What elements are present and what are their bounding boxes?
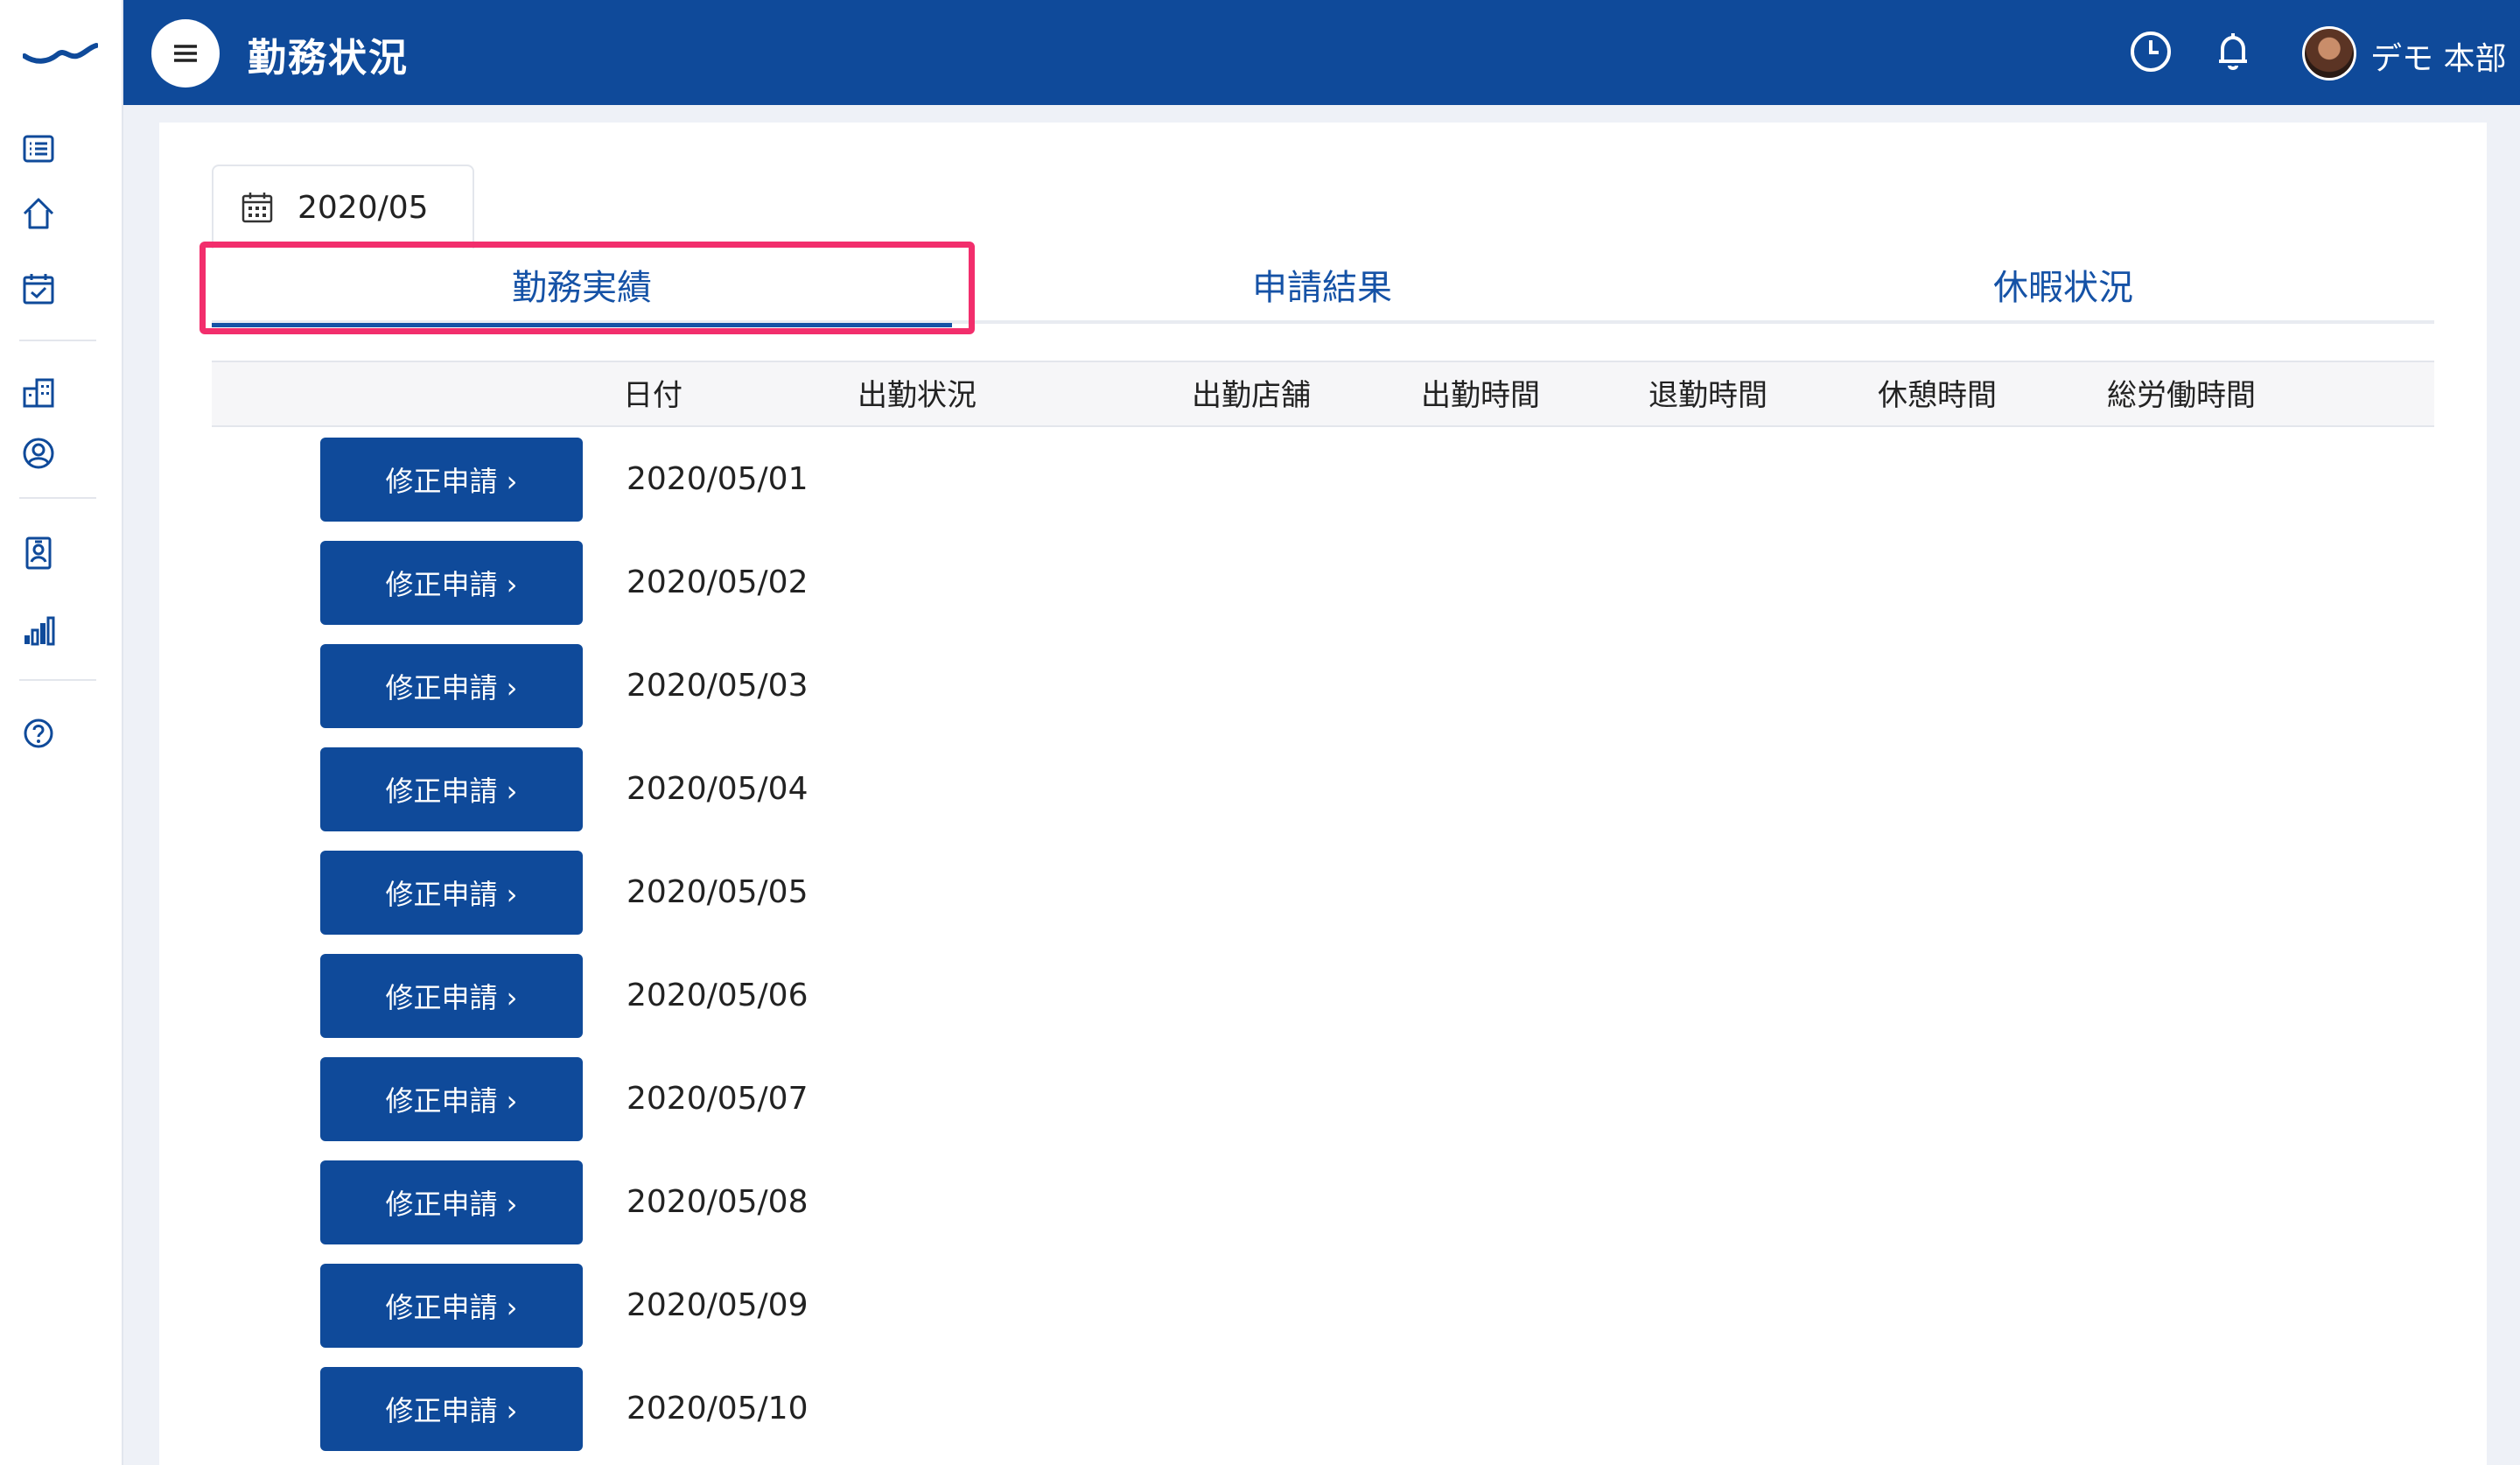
row-date: 2020/05/07 — [626, 1081, 808, 1117]
row-date: 2020/05/01 — [626, 461, 808, 497]
table-row: 修正申請 › 2020/05/04 — [212, 747, 2434, 831]
user-circle-icon[interactable] — [19, 434, 58, 473]
correction-request-button[interactable]: 修正申請 › — [320, 954, 583, 1038]
correction-request-button[interactable]: 修正申請 › — [320, 1057, 583, 1141]
month-value: 2020/05 — [298, 189, 429, 226]
column-header-clock-in: 出勤時間 — [1421, 378, 1540, 413]
row-date: 2020/05/10 — [626, 1391, 808, 1426]
correction-request-button[interactable]: 修正申請 › — [320, 438, 583, 522]
column-header-clock-out: 退勤時間 — [1648, 378, 1768, 413]
correction-request-button[interactable]: 修正申請 › — [320, 851, 583, 935]
user-name[interactable]: デモ 本部 — [2370, 33, 2506, 79]
tab-bar: 勤務実績 申請結果 休暇状況 — [212, 245, 2434, 327]
table-row: 修正申請 › 2020/05/01 — [212, 438, 2434, 522]
id-badge-icon[interactable] — [19, 534, 58, 572]
top-header: 勤務状況 デモ 本部 — [123, 0, 2520, 105]
bell-icon[interactable] — [2209, 28, 2257, 75]
table-row: 修正申請 › 2020/05/03 — [212, 644, 2434, 728]
avatar[interactable] — [2302, 26, 2356, 81]
row-date: 2020/05/06 — [626, 978, 808, 1013]
table-row: 修正申請 › 2020/05/09 — [212, 1264, 2434, 1348]
correction-request-button[interactable]: 修正申請 › — [320, 1367, 583, 1451]
building-icon[interactable] — [19, 373, 58, 411]
main-card: 2020/05 勤務実績 申請結果 休暇状況 日付 出勤状況 出勤店舗 出勤時間… — [159, 123, 2487, 1465]
help-icon[interactable] — [19, 714, 58, 753]
list-icon[interactable] — [19, 130, 58, 168]
table-header: 日付 出勤状況 出勤店舗 出勤時間 退勤時間 休憩時間 総労働時間 — [212, 361, 2434, 427]
correction-request-button[interactable]: 修正申請 › — [320, 1264, 583, 1348]
home-icon[interactable] — [19, 194, 58, 233]
correction-request-button[interactable]: 修正申請 › — [320, 1160, 583, 1244]
row-date: 2020/05/08 — [626, 1184, 808, 1220]
calendar-check-icon[interactable] — [19, 270, 58, 308]
column-header-break: 休憩時間 — [1878, 378, 1997, 413]
menu-icon — [174, 45, 197, 62]
calendar-icon — [242, 193, 273, 223]
table-row: 修正申請 › 2020/05/10 — [212, 1367, 2434, 1451]
tab-work-record[interactable]: 勤務実績 — [212, 245, 952, 327]
table-row: 修正申請 › 2020/05/02 — [212, 541, 2434, 625]
table-row: 修正申請 › 2020/05/07 — [212, 1057, 2434, 1141]
correction-request-button[interactable]: 修正申請 › — [320, 747, 583, 831]
correction-request-button[interactable]: 修正申請 › — [320, 644, 583, 728]
menu-button[interactable] — [151, 19, 220, 88]
correction-request-button[interactable]: 修正申請 › — [320, 541, 583, 625]
month-picker[interactable]: 2020/05 — [212, 165, 474, 249]
page-title: 勤務状況 — [248, 36, 409, 81]
column-header-status: 出勤状況 — [858, 378, 976, 413]
clock-icon[interactable] — [2127, 28, 2174, 75]
table-row: 修正申請 › 2020/05/08 — [212, 1160, 2434, 1244]
table-row: 修正申請 › 2020/05/05 — [212, 851, 2434, 935]
table-row: 修正申請 › 2020/05/06 — [212, 954, 2434, 1038]
tab-application-result[interactable]: 申請結果 — [952, 245, 1692, 324]
sidebar — [0, 0, 123, 1465]
logo-icon[interactable] — [23, 37, 98, 68]
row-date: 2020/05/05 — [626, 874, 808, 910]
column-header-store: 出勤店舗 — [1192, 378, 1311, 413]
tab-leave-status[interactable]: 休暇状況 — [1692, 245, 2434, 324]
row-date: 2020/05/09 — [626, 1287, 808, 1323]
row-date: 2020/05/04 — [626, 771, 808, 807]
row-date: 2020/05/02 — [626, 564, 808, 600]
bar-chart-icon[interactable] — [19, 611, 58, 649]
column-header-date: 日付 — [623, 378, 682, 413]
column-header-total-hours: 総労働時間 — [2107, 378, 2256, 413]
row-date: 2020/05/03 — [626, 668, 808, 704]
